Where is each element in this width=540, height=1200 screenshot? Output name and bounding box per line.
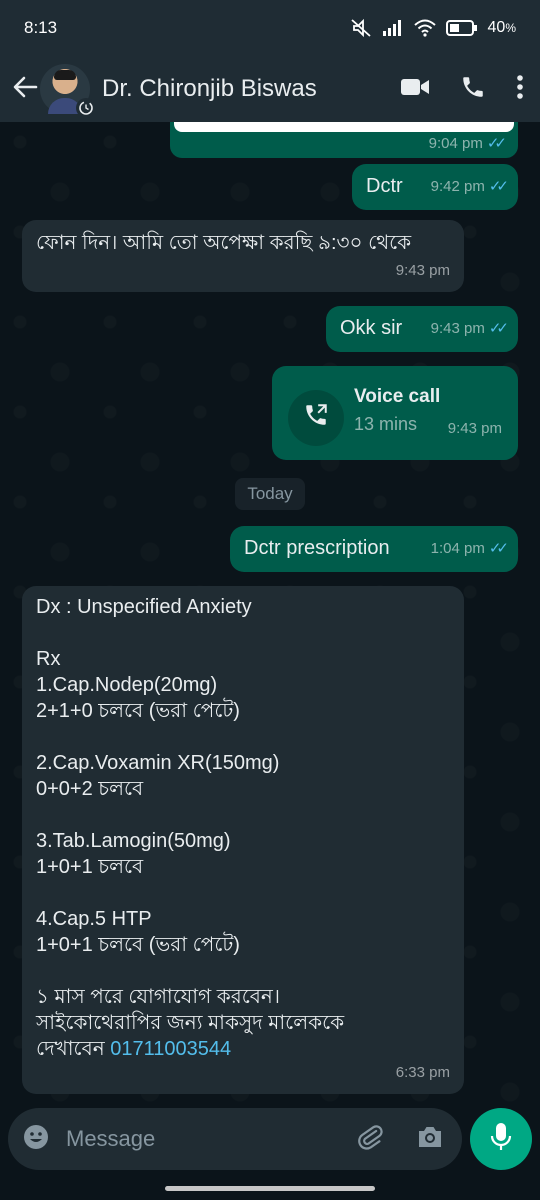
video-call-button[interactable] bbox=[400, 77, 430, 102]
message-input[interactable] bbox=[66, 1126, 356, 1152]
mic-button[interactable] bbox=[470, 1108, 532, 1170]
message-meta: 6:33 pm bbox=[396, 1060, 450, 1086]
prescription-body: Dx : Unspecified Anxiety Rx 1.Cap.Nodep(… bbox=[36, 596, 345, 1060]
message-time: 9:43 pm bbox=[447, 420, 502, 437]
battery-level: 40% bbox=[488, 19, 516, 37]
message-text: Okk sir bbox=[340, 317, 403, 339]
message-text: Dx : Unspecified Anxiety Rx 1.Cap.Nodep(… bbox=[36, 594, 450, 1062]
signal-icon bbox=[382, 19, 404, 37]
more-vert-icon bbox=[516, 74, 524, 105]
incoming-message[interactable]: ফোন দিন। আমি তো অপেক্ষা করছি ৯:৩০ থেকে 9… bbox=[22, 220, 464, 292]
video-call-icon bbox=[400, 77, 430, 102]
header-actions bbox=[400, 74, 524, 105]
message-meta: 9:43 pm bbox=[396, 258, 450, 284]
read-ticks-icon: ✓✓ bbox=[488, 320, 509, 337]
composer bbox=[0, 1106, 540, 1176]
message-time: 9:43 pm bbox=[430, 320, 485, 337]
battery-percent-suffix: % bbox=[505, 21, 516, 35]
read-ticks-icon: ✓✓ bbox=[488, 540, 509, 557]
message-time: 1:04 pm bbox=[430, 540, 485, 557]
voice-call-message[interactable]: Voice call 13 mins 9:43 pm bbox=[272, 366, 518, 460]
message-meta: 9:04 pm ✓✓ bbox=[428, 134, 507, 153]
voice-call-button[interactable] bbox=[460, 74, 486, 105]
camera-icon[interactable] bbox=[416, 1124, 444, 1155]
battery-icon bbox=[445, 19, 478, 37]
date-divider: Today bbox=[235, 478, 305, 510]
mute-icon bbox=[350, 18, 372, 38]
message-meta: 1:04 pm ✓✓ bbox=[430, 536, 509, 562]
status-icons: 40% bbox=[350, 18, 516, 38]
system-nav-bar bbox=[0, 1176, 540, 1200]
back-arrow-icon bbox=[12, 75, 38, 104]
attach-icon[interactable] bbox=[356, 1123, 384, 1156]
prescription-message[interactable]: Dx : Unspecified Anxiety Rx 1.Cap.Nodep(… bbox=[22, 586, 464, 1094]
phone-link[interactable]: 01711003544 bbox=[110, 1038, 231, 1060]
back-button[interactable] bbox=[10, 69, 40, 109]
phone-icon bbox=[460, 74, 486, 105]
status-bar: 8:13 40% bbox=[0, 0, 540, 56]
message-text: Dctr bbox=[366, 175, 403, 197]
emoji-icon[interactable] bbox=[22, 1123, 50, 1156]
home-gesture-handle[interactable] bbox=[165, 1186, 375, 1191]
outgoing-message[interactable]: Okk sir 9:43 pm ✓✓ bbox=[326, 306, 518, 352]
status-time: 8:13 bbox=[24, 18, 58, 37]
battery-percent: 40 bbox=[487, 19, 506, 36]
outgoing-message[interactable]: Dctr 9:42 pm ✓✓ bbox=[352, 164, 518, 210]
composer-actions bbox=[356, 1123, 444, 1156]
message-text: Dctr prescription bbox=[244, 537, 390, 559]
chat-area[interactable]: 9:04 pm ✓✓ Dctr 9:42 pm ✓✓ ফোন দিন। আমি … bbox=[0, 122, 540, 1106]
contact-avatar[interactable] bbox=[40, 64, 96, 118]
image-preview bbox=[174, 122, 514, 132]
call-duration: 13 mins bbox=[354, 414, 418, 434]
outgoing-call-icon bbox=[303, 402, 329, 435]
message-meta: 9:42 pm ✓✓ bbox=[430, 174, 509, 200]
call-title: Voice call bbox=[354, 386, 441, 407]
outgoing-message[interactable]: Dctr prescription 1:04 pm ✓✓ bbox=[230, 526, 518, 572]
read-ticks-icon: ✓✓ bbox=[486, 135, 507, 152]
message-time: 9:43 pm bbox=[395, 262, 450, 279]
call-icon-circle[interactable] bbox=[288, 390, 344, 446]
message-time: 6:33 pm bbox=[395, 1064, 450, 1081]
contact-name[interactable]: Dr. Chironjib Biswas bbox=[102, 75, 400, 103]
avatar-hair bbox=[54, 70, 76, 80]
chat-header: Dr. Chironjib Biswas bbox=[0, 56, 540, 122]
read-ticks-icon: ✓✓ bbox=[488, 178, 509, 195]
disappearing-timer-icon bbox=[76, 98, 96, 118]
message-time: 9:42 pm bbox=[430, 178, 485, 195]
message-time: 9:04 pm bbox=[428, 134, 483, 152]
more-options-button[interactable] bbox=[516, 74, 524, 105]
message-meta: 9:43 pm ✓✓ bbox=[430, 316, 509, 342]
message-text: ফোন দিন। আমি তো অপেক্ষা করছি ৯:৩০ থেকে bbox=[36, 232, 412, 254]
mic-icon bbox=[490, 1122, 512, 1157]
wifi-icon bbox=[413, 19, 436, 37]
message-input-container[interactable] bbox=[8, 1108, 462, 1170]
image-message-partial[interactable]: 9:04 pm ✓✓ bbox=[170, 122, 518, 158]
